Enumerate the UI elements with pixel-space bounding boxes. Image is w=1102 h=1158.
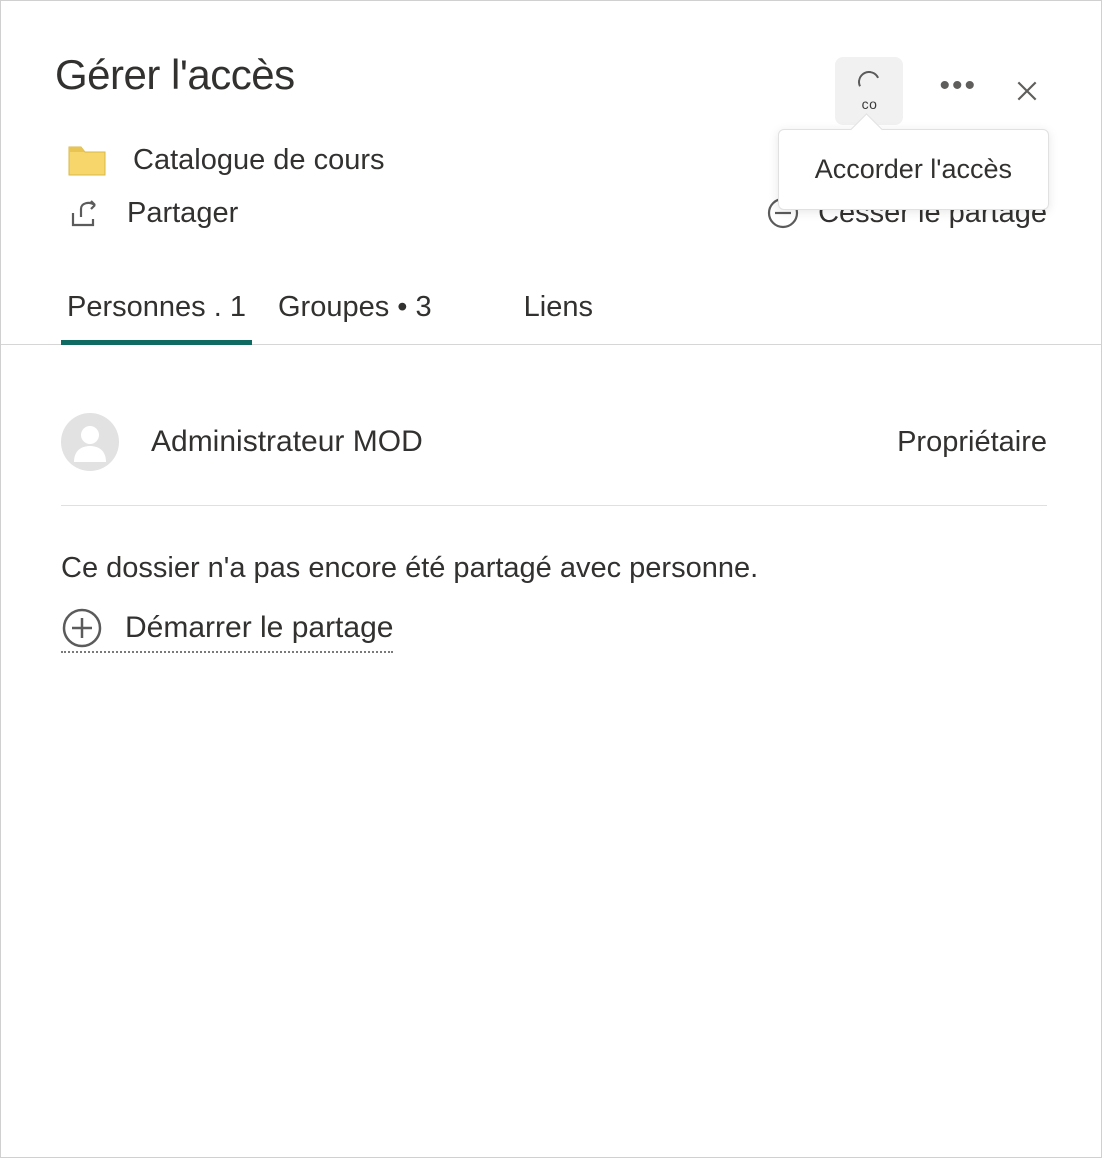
grant-access-tooltip: Accorder l'accès: [778, 129, 1049, 210]
avatar: [61, 413, 119, 471]
person-row: Administrateur MOD Propriétaire: [61, 365, 1047, 506]
plus-circle-icon: [61, 607, 103, 649]
tab-groups-count: 3: [416, 291, 432, 323]
tab-groups-label: Groupes: [278, 291, 389, 323]
tab-links[interactable]: Liens: [518, 291, 599, 344]
person-icon: [68, 420, 112, 464]
tabs-bar: Personnes . 1 Groupes • 3 Liens: [1, 261, 1101, 345]
empty-state: Ce dossier n'a pas encore été partagé av…: [1, 506, 1101, 653]
start-sharing-button[interactable]: Démarrer le partage: [61, 607, 393, 653]
person-info: Administrateur MOD: [61, 413, 423, 471]
dialog-header: Gérer l'accès co •••: [1, 1, 1101, 135]
empty-message: Ce dossier n'a pas encore été partagé av…: [61, 552, 1047, 585]
share-icon: [67, 195, 103, 231]
header-title-area: Gérer l'accès: [55, 51, 835, 99]
people-list: Administrateur MOD Propriétaire: [1, 345, 1101, 506]
folder-name: Catalogue de cours: [133, 144, 385, 177]
close-icon[interactable]: [1013, 77, 1041, 105]
tab-people-count: 1: [230, 291, 246, 323]
tab-separator: .: [214, 291, 230, 323]
tab-groups[interactable]: Groupes • 3: [272, 291, 438, 344]
tab-spacer: [458, 291, 498, 344]
tab-people-label: Personnes: [67, 291, 206, 323]
person-name: Administrateur MOD: [151, 425, 423, 459]
tab-separator: •: [397, 291, 415, 323]
dialog-title: Gérer l'accès: [55, 51, 835, 99]
share-label: Partager: [127, 197, 238, 230]
share-button[interactable]: Partager: [67, 195, 238, 231]
folder-icon: [67, 143, 107, 177]
tab-people[interactable]: Personnes . 1: [61, 291, 252, 344]
more-options-icon[interactable]: •••: [939, 71, 977, 111]
tab-links-label: Liens: [524, 291, 593, 323]
grant-access-button[interactable]: co: [835, 57, 903, 125]
grant-code-label: co: [862, 96, 878, 112]
spinner-icon: [855, 67, 883, 95]
start-sharing-label: Démarrer le partage: [125, 611, 393, 645]
person-role: Propriétaire: [897, 426, 1047, 459]
